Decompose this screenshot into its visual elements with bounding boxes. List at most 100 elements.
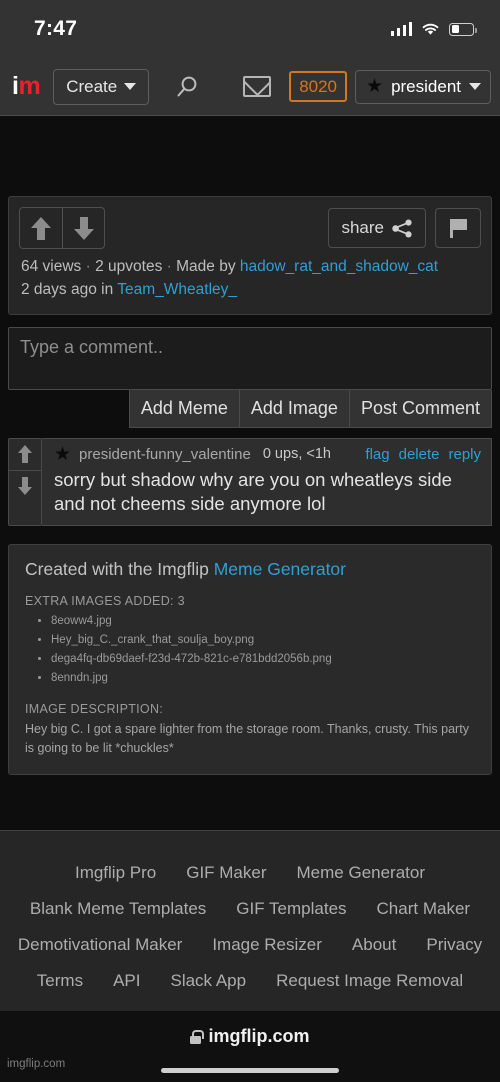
comment-author[interactable]: president-funny_valentine xyxy=(79,446,251,463)
search-icon xyxy=(177,76,197,96)
footer-link-demotivational-maker[interactable]: Demotivational Maker xyxy=(18,935,182,955)
made-by-label: Made by xyxy=(176,258,236,275)
extra-images-title: EXTRA IMAGES ADDED: 3 xyxy=(25,594,185,609)
create-button-label: Create xyxy=(66,76,118,96)
stream-link[interactable]: Team_Wheatley_ xyxy=(117,281,237,298)
footer-link-gif-maker[interactable]: GIF Maker xyxy=(186,863,266,883)
post-vote-group xyxy=(19,207,105,249)
comment-delete-link[interactable]: delete xyxy=(399,446,440,463)
app-screen: 7:47 im Create 8020 ★ president share 64… xyxy=(0,0,500,1082)
meme-generator-link[interactable]: Meme Generator xyxy=(214,559,346,579)
composer-buttons: Add Meme Add Image Post Comment xyxy=(8,389,492,428)
add-meme-button[interactable]: Add Meme xyxy=(128,389,240,428)
view-count: 64 views xyxy=(21,258,82,275)
footer-link-slack-app[interactable]: Slack App xyxy=(170,971,246,991)
created-with-box: Created with the Imgflip Meme Generator … xyxy=(8,544,492,775)
footer-link-about[interactable]: About xyxy=(352,935,396,955)
footer-row: Imgflip Pro GIF Maker Meme Generator xyxy=(0,863,500,883)
comment-ups: 0 ups, <1h xyxy=(262,446,331,462)
share-button[interactable]: share xyxy=(328,208,426,248)
upvote-count: 2 upvotes xyxy=(95,258,163,275)
site-footer: Imgflip Pro GIF Maker Meme Generator Blank … xyxy=(0,830,500,1011)
meta-separator: · xyxy=(85,258,91,275)
search-button[interactable] xyxy=(171,74,205,100)
share-button-label: share xyxy=(341,218,384,237)
add-image-button[interactable]: Add Image xyxy=(239,389,350,428)
footer-link-privacy[interactable]: Privacy xyxy=(426,935,482,955)
logo-letter-m: m xyxy=(18,72,41,100)
footer-link-terms[interactable]: Terms xyxy=(37,971,83,991)
status-indicators xyxy=(390,22,477,36)
home-indicator[interactable] xyxy=(161,1068,339,1073)
arrow-up-icon xyxy=(31,216,51,240)
star-icon: ★ xyxy=(366,76,384,97)
image-description-title: IMAGE DESCRIPTION: xyxy=(25,702,164,717)
comment-reply-link[interactable]: reply xyxy=(448,446,481,463)
comment-vote-group xyxy=(8,437,42,527)
flag-button[interactable] xyxy=(435,208,481,248)
footer-link-request-image-removal[interactable]: Request Image Removal xyxy=(276,971,463,991)
footer-link-gif-templates[interactable]: GIF Templates xyxy=(236,899,346,919)
post-right-actions: share xyxy=(328,208,481,248)
footer-row: Demotivational Maker Image Resizer About Pr… xyxy=(0,935,500,955)
extra-images-list: 8eoww4.jpgHey_big_C._crank_that_soulja_b… xyxy=(51,612,475,688)
star-icon: ★ xyxy=(54,443,72,465)
footer-link-chart-maker[interactable]: Chart Maker xyxy=(377,899,471,919)
ios-status-bar: 7:47 xyxy=(0,0,500,58)
footer-link-imgflip-pro[interactable]: Imgflip Pro xyxy=(75,863,156,883)
comment-header: ★ president-funny_valentine 0 ups, <1h f… xyxy=(54,445,481,464)
image-description-text: Hey big C. I got a spare lighter from th… xyxy=(25,722,469,755)
comment-input[interactable]: Type a comment.. xyxy=(8,326,492,390)
meta-separator: · xyxy=(166,258,172,275)
extra-image-item: dega4fq-db69daef-f23d-472b-821c-e781bdd2… xyxy=(51,650,475,669)
post-age: 2 days ago in xyxy=(21,281,114,299)
site-header: im Create 8020 ★ president xyxy=(0,58,500,116)
create-button[interactable]: Create xyxy=(53,68,150,105)
extra-image-item: Hey_big_C._crank_that_soulja_boy.png xyxy=(51,631,475,650)
comment-text: sorry but shadow why are you on wheatley… xyxy=(54,468,452,514)
comment-composer: Type a comment.. Add Meme Add Image Post… xyxy=(8,326,492,428)
footer-link-image-resizer[interactable]: Image Resizer xyxy=(212,935,322,955)
arrow-up-icon xyxy=(17,445,33,463)
status-time: 7:47 xyxy=(34,17,78,40)
arrow-down-icon xyxy=(73,216,94,240)
imgflip-logo[interactable]: im xyxy=(12,72,41,100)
url-text: imgflip.com xyxy=(208,1026,310,1046)
post-actions-row: share xyxy=(9,197,491,253)
chevron-down-icon xyxy=(469,83,481,90)
arrow-down-icon xyxy=(17,476,33,495)
post-downvote-button[interactable] xyxy=(62,208,104,248)
extra-image-item: 8eoww4.jpg xyxy=(51,612,475,631)
flag-icon xyxy=(449,218,467,238)
post-panel: share 64 views · 2 upvotes · Made by had… xyxy=(8,196,492,315)
username-label: president xyxy=(391,76,461,96)
lock-icon xyxy=(190,1029,204,1044)
mail-button[interactable] xyxy=(243,76,272,97)
comment-links: flag delete reply xyxy=(365,446,481,463)
author-link[interactable]: hadow_rat_and_shadow_cat xyxy=(240,258,438,275)
post-meta: 64 views · 2 upvotes · Made by hadow_rat… xyxy=(9,253,491,314)
comment-flag-link[interactable]: flag xyxy=(365,446,389,463)
browser-bottom-bar: imgflip.com imgflip.com xyxy=(0,1011,500,1082)
meme-image-area[interactable] xyxy=(0,116,500,196)
created-with-prefix: Created with the Imgflip xyxy=(25,559,209,580)
points-badge[interactable]: 8020 xyxy=(289,71,348,102)
extra-image-item: 8enndn.jpg xyxy=(51,669,475,688)
comment-item: ★ president-funny_valentine 0 ups, <1h f… xyxy=(8,437,492,527)
wifi-icon xyxy=(422,23,439,35)
share-icon xyxy=(392,219,412,237)
imgflip-watermark: imgflip.com xyxy=(7,1058,66,1070)
cellular-bars-icon xyxy=(390,22,412,36)
post-upvote-button[interactable] xyxy=(20,208,62,248)
user-menu-button[interactable]: ★ president xyxy=(355,69,491,104)
footer-row: Blank Meme Templates GIF Templates Chart M… xyxy=(0,899,500,919)
battery-icon xyxy=(449,22,477,36)
footer-link-api[interactable]: API xyxy=(113,971,140,991)
url-bar[interactable]: imgflip.com xyxy=(0,1011,500,1047)
comment-downvote-button[interactable] xyxy=(9,469,41,501)
footer-link-meme-generator[interactable]: Meme Generator xyxy=(297,863,426,883)
comment-body: ★ president-funny_valentine 0 ups, <1h f… xyxy=(42,437,492,527)
footer-link-blank-meme-templates[interactable]: Blank Meme Templates xyxy=(30,899,206,919)
comment-upvote-button[interactable] xyxy=(9,439,41,470)
post-comment-button[interactable]: Post Comment xyxy=(349,389,492,428)
